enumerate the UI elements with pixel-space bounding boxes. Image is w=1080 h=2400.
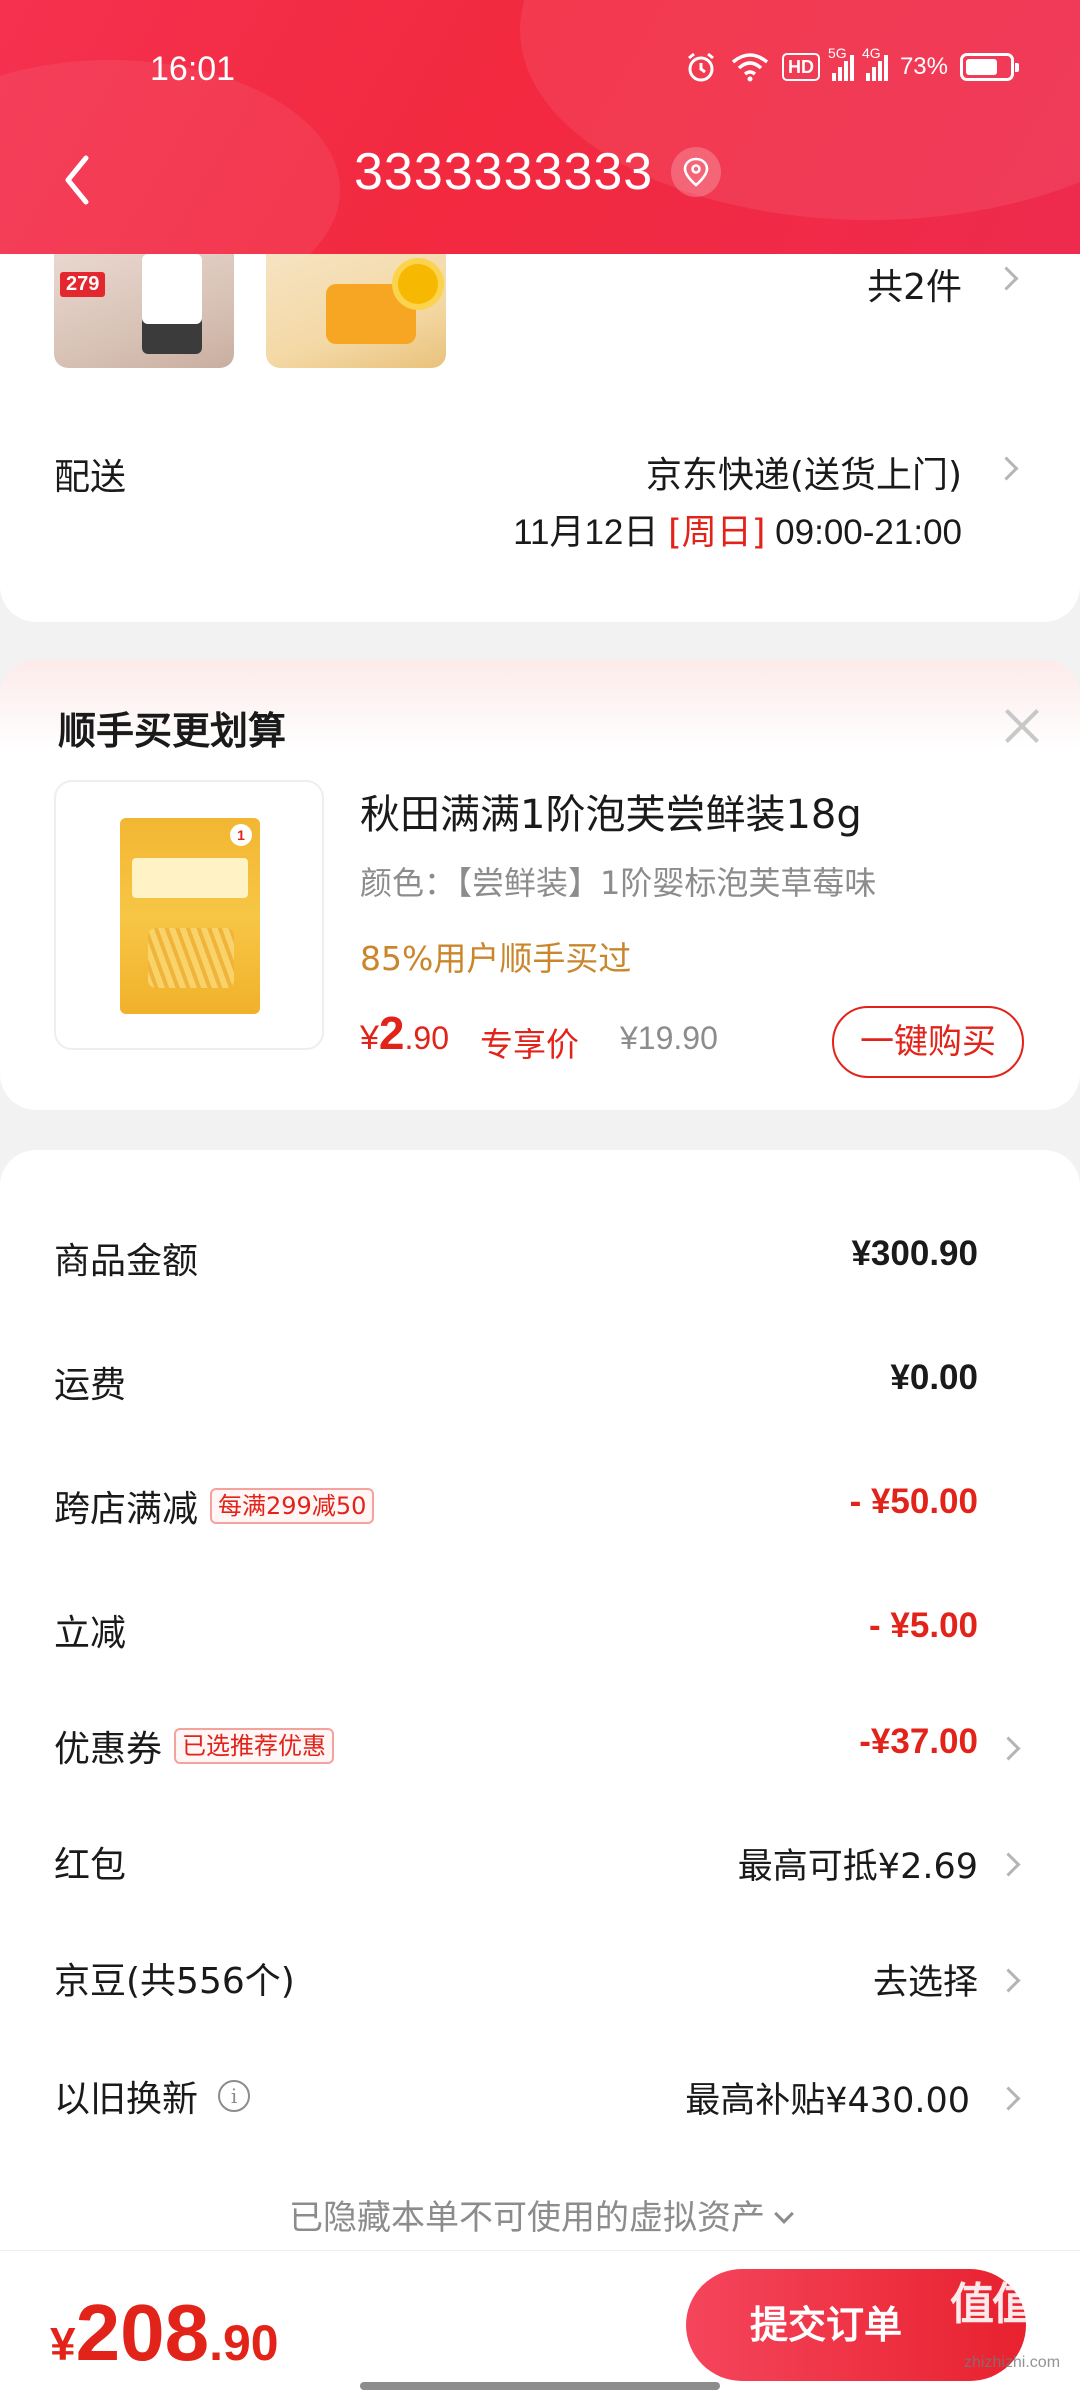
row-label-text: 以旧换新: [54, 2079, 199, 2120]
order-items-card: 279 共2件 配送 京东快递(送货上门) 11月12日 [周日] 09:00-…: [0, 254, 1080, 622]
total-integer: 208: [75, 2288, 210, 2377]
chevron-right-icon[interactable]: [1000, 1852, 1016, 1880]
chevron-down-icon: [774, 2204, 794, 2224]
exclusive-price-label: 专享价: [480, 1025, 579, 1064]
chevron-right-icon[interactable]: [998, 266, 1014, 294]
status-time: 16:01: [150, 50, 236, 88]
product-thumbnail[interactable]: [266, 254, 446, 368]
price-summary-card: 商品金额 ¥300.90 运费 ¥0.00 跨店满减 每满299减50 - ¥5…: [0, 1150, 1080, 2250]
battery-icon: [960, 53, 1019, 81]
upsell-card: 顺手买更划算 1 秋田满满1阶泡芙尝鲜装18g 颜色：【尝鲜装】1阶婴标泡芙草莓…: [0, 660, 1080, 1110]
hidden-assets-text: 已隐藏本单不可使用的虚拟资产: [289, 2198, 765, 2238]
upsell-purchase-hint: 85%用户顺手买过: [360, 939, 632, 978]
chevron-right-icon[interactable]: [1000, 2086, 1016, 2114]
upsell-product-name[interactable]: 秋田满满1阶泡芙尝鲜装18g: [360, 782, 862, 840]
row-value: - ¥50.00: [849, 1482, 978, 1521]
back-arrow-icon[interactable]: [56, 150, 116, 210]
watermark-logo: 值值值: [950, 2279, 1078, 2330]
row-label: 优惠券 已选推荐优惠: [54, 1720, 335, 1772]
hd-badge: HD: [781, 53, 820, 81]
network-type-2: 4G: [861, 45, 881, 61]
chevron-right-icon[interactable]: [1000, 1736, 1016, 1764]
info-icon[interactable]: i: [218, 2080, 251, 2112]
summary-row-trade-in[interactable]: 以旧换新 i 最高补贴¥430.00: [0, 2060, 1080, 2130]
thumbnail-price-tag: 279: [60, 272, 106, 297]
checkout-bar: ¥208.90 提交订单: [0, 2250, 1080, 2400]
close-icon[interactable]: [1000, 704, 1044, 748]
summary-row-instant-discount: 立减 - ¥5.00: [0, 1594, 1080, 1664]
nav-bar: 3333333333: [0, 142, 1080, 222]
row-value: ¥300.90: [851, 1234, 978, 1273]
original-price: ¥19.90: [620, 1020, 718, 1056]
order-total: ¥208.90: [50, 2287, 279, 2379]
row-value: - ¥5.00: [869, 1606, 978, 1645]
chevron-right-icon[interactable]: [998, 456, 1014, 484]
upsell-product-spec: 颜色：【尝鲜装】1阶婴标泡芙草莓味: [360, 864, 877, 902]
delivery-date: 11月12日: [513, 513, 659, 552]
snack-pack-image: 1: [120, 818, 260, 1014]
total-currency: ¥: [50, 2318, 76, 2370]
row-label: 商品金额: [54, 1241, 199, 1282]
signal-icon: 4G: [862, 45, 888, 81]
page-title: 3333333333: [354, 143, 654, 201]
sunflower-image: [398, 264, 438, 304]
delivery-label: 配送: [54, 457, 127, 498]
row-label-text: 优惠券: [54, 1729, 163, 1770]
upsell-price: ¥2.90: [360, 1006, 449, 1060]
battery-percent: 73%: [899, 53, 948, 80]
row-label: 以旧换新 i: [54, 2070, 251, 2122]
summary-row-cross-store-discount: 跨店满减 每满299减50 - ¥50.00: [0, 1470, 1080, 1540]
upsell-product-image[interactable]: 1: [54, 780, 324, 1050]
item-count[interactable]: 共2件: [867, 258, 962, 310]
alarm-icon: [688, 52, 714, 82]
summary-row-jd-beans[interactable]: 京豆(共556个) 去选择: [0, 1942, 1080, 2012]
summary-row-red-packet[interactable]: 红包 最高可抵¥2.69: [0, 1826, 1080, 1896]
watermark-url: zhizhizhi.com: [964, 2354, 1061, 2371]
delivery-time[interactable]: 11月12日 [周日] 09:00-21:00: [513, 504, 962, 555]
status-bar: 16:01 HD 5G 4G 73%: [0, 45, 1080, 96]
row-label: 京豆(共556个): [54, 1961, 295, 2002]
one-click-buy-button[interactable]: 一键购买: [832, 1006, 1024, 1078]
row-label-text: 跨店满减: [54, 1489, 199, 1530]
location-pin-icon[interactable]: [671, 147, 722, 197]
address-selector[interactable]: 3333333333: [354, 142, 722, 202]
total-decimal: .90: [209, 2315, 279, 2371]
row-value: -¥37.00: [859, 1722, 978, 1761]
price-integer: 2: [378, 1007, 405, 1059]
hidden-assets-toggle[interactable]: 已隐藏本单不可使用的虚拟资产: [0, 2190, 1080, 2239]
signal-icon: 5G: [828, 45, 854, 81]
row-label: 红包: [54, 1845, 127, 1886]
status-icons: HD 5G 4G 73%: [684, 45, 1019, 84]
row-label: 跨店满减 每满299减50: [54, 1480, 375, 1532]
summary-row-shipping: 运费 ¥0.00: [0, 1346, 1080, 1416]
home-indicator[interactable]: [360, 2382, 720, 2390]
row-value: 最高可抵¥2.69: [737, 1847, 978, 1887]
network-type-1: 5G: [827, 45, 847, 61]
battery-fill: [966, 59, 997, 75]
coupon-tag: 已选推荐优惠: [174, 1728, 335, 1764]
row-value: ¥0.00: [890, 1358, 978, 1397]
price-currency: ¥: [360, 1019, 379, 1057]
product-thumbnail[interactable]: 279: [54, 254, 234, 368]
row-label: 运费: [54, 1365, 127, 1406]
delivery-method[interactable]: 京东快递(送货上门): [646, 446, 962, 498]
row-label: 立减: [54, 1613, 127, 1654]
price-decimal: .90: [404, 1020, 449, 1056]
row-value: 去选择: [872, 1963, 978, 2003]
delivery-time-range: 09:00-21:00: [775, 513, 962, 552]
delivery-weekday: [周日]: [668, 513, 766, 553]
chevron-right-icon[interactable]: [1000, 1968, 1016, 1996]
wifi-icon: [731, 53, 769, 82]
header: 16:01 HD 5G 4G 73% 3333333333: [0, 0, 1080, 254]
summary-row-coupon[interactable]: 优惠券 已选推荐优惠 -¥37.00: [0, 1710, 1080, 1780]
discount-tag: 每满299减50: [210, 1488, 375, 1524]
summary-row-goods-amount: 商品金额 ¥300.90: [0, 1222, 1080, 1292]
upsell-title: 顺手买更划算: [58, 709, 287, 753]
blender-image: [142, 254, 202, 354]
row-value: 最高补贴¥430.00: [685, 2081, 970, 2121]
